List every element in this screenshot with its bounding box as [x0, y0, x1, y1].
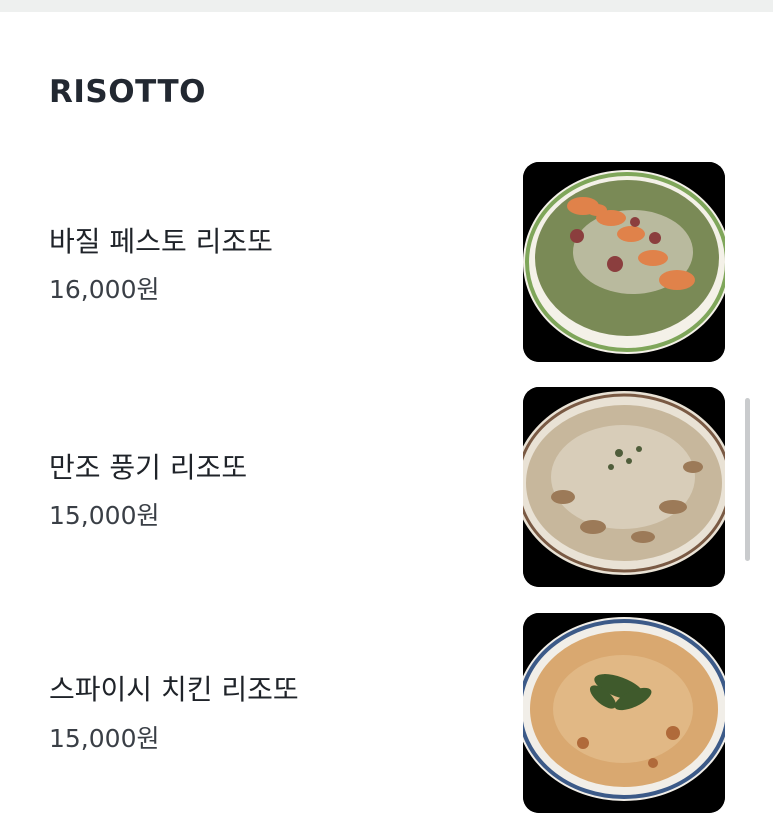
spicy-chicken-risotto-photo — [523, 613, 725, 813]
menu-item-image[interactable] — [523, 162, 725, 362]
basil-pesto-risotto-photo — [523, 162, 725, 362]
menu-item-name: 스파이시 치킨 리조또 — [49, 673, 299, 706]
menu-item-name: 만조 풍기 리조또 — [49, 451, 248, 484]
menu-item-funghi-risotto[interactable]: 만조 풍기 리조또 15,000원 — [0, 386, 773, 590]
menu-item-basil-pesto-risotto[interactable]: 바질 페스토 리조또 16,000원 — [0, 160, 773, 364]
menu-item-price: 16,000원 — [49, 275, 160, 304]
menu-item-price: 15,000원 — [49, 724, 160, 753]
menu-item-name: 바질 페스토 리조또 — [49, 225, 273, 258]
funghi-risotto-photo — [523, 387, 725, 587]
menu-item-image[interactable] — [523, 387, 725, 587]
menu-item-spicy-chicken-risotto[interactable]: 스파이시 치킨 리조또 15,000원 — [0, 612, 773, 816]
menu-item-image[interactable] — [523, 613, 725, 813]
section-title: RISOTTO — [49, 74, 206, 110]
scrollbar[interactable] — [745, 398, 750, 561]
top-divider-band — [0, 0, 773, 12]
menu-item-price: 15,000원 — [49, 501, 160, 530]
